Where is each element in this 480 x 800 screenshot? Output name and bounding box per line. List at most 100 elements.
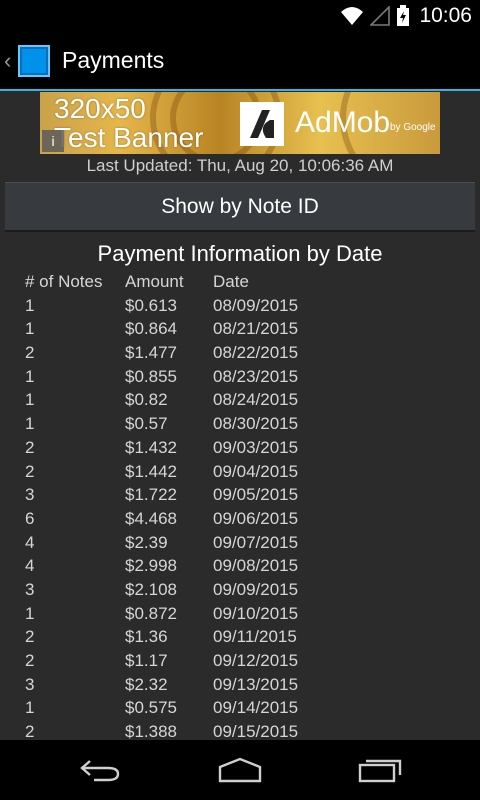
table-row: 4 $2.39 09/07/2015: [25, 531, 465, 555]
table-row: 3 $1.722 09/05/2015: [25, 483, 465, 507]
table-row: 2 $1.17 09/12/2015: [25, 649, 465, 673]
cell-notes: 1: [25, 414, 35, 434]
cell-amount: $0.82: [125, 390, 168, 410]
cell-date: 08/30/2015: [213, 414, 299, 434]
ad-label-text: Test Banner: [54, 122, 204, 153]
ad-info-icon[interactable]: i: [42, 130, 64, 152]
header-amount: Amount: [125, 272, 184, 291]
cell-date: 08/22/2015: [213, 343, 299, 363]
table-row: 1 $0.855 08/23/2015: [25, 365, 465, 389]
recents-icon[interactable]: [340, 750, 420, 790]
cell-notes: 1: [25, 603, 35, 623]
cell-amount: $1.477: [125, 343, 177, 363]
cell-date: 09/07/2015: [213, 532, 299, 552]
battery-icon: [397, 5, 409, 26]
cell-notes: 3: [25, 674, 35, 694]
table-body: 1 $0.613 08/09/2015 1 $0.864 08/21/2015 2 $1.47…: [25, 294, 465, 744]
back-icon[interactable]: [60, 750, 140, 790]
cell-date: 09/08/2015: [213, 556, 299, 576]
table-row: 6 $4.468 09/06/2015: [25, 507, 465, 531]
cell-notes: 1: [25, 390, 35, 410]
cell-amount: $4.468: [125, 508, 177, 528]
cell-date: 09/04/2015: [213, 461, 299, 481]
payments-table: # of Notes Amount Date 1 $0.613 08/09/2015…: [25, 270, 465, 744]
cell-notes: 3: [25, 579, 35, 599]
cell-notes: 2: [25, 651, 35, 670]
cell-notes: 3: [25, 485, 35, 505]
cell-date: 09/12/2015: [213, 651, 299, 670]
cell-amount: $0.855: [125, 366, 177, 386]
cell-notes: 1: [25, 319, 35, 339]
up-caret-icon[interactable]: ‹: [4, 49, 18, 72]
cell-amount: $1.36: [125, 627, 168, 647]
table-row: 3 $2.108 09/09/2015: [25, 578, 465, 602]
cell-date: 09/06/2015: [213, 508, 299, 528]
table-row: 1 $0.872 09/10/2015: [25, 602, 465, 626]
cell-date: 08/21/2015: [213, 319, 299, 339]
cell-notes: 1: [25, 698, 35, 718]
home-icon[interactable]: [200, 750, 280, 790]
cell-amount: $0.575: [125, 698, 177, 718]
cell-amount: $2.32: [125, 674, 168, 694]
cell-date: 08/09/2015: [213, 295, 299, 315]
cell-amount: $1.722: [125, 485, 177, 505]
table-header: # of Notes Amount Date: [25, 270, 465, 294]
cell-amount: $1.432: [125, 437, 177, 457]
cell-date: 09/11/2015: [213, 627, 297, 647]
cell-amount: $0.864: [125, 319, 177, 339]
admob-brand: AdMob: [295, 106, 391, 139]
page-title: Payments: [62, 47, 165, 73]
table-row: 2 $1.36 09/11/2015: [25, 625, 465, 649]
status-icons: [340, 4, 410, 28]
cell-date: 08/24/2015: [213, 390, 299, 410]
admob-logo-icon: [240, 102, 284, 146]
cell-date: 09/05/2015: [213, 485, 299, 505]
cell-notes: 2: [25, 461, 35, 481]
app-icon[interactable]: [18, 44, 50, 77]
cell-amount: $0.872: [125, 603, 177, 623]
cell-notes: 2: [25, 627, 35, 647]
cell-notes: 1: [25, 366, 35, 386]
cell-notes: 2: [25, 343, 35, 363]
cell-notes: 6: [25, 508, 35, 528]
table-row: 3 $2.32 09/13/2015: [25, 673, 465, 697]
cell-amount: $2.998: [125, 556, 177, 576]
cell-notes: 1: [25, 295, 35, 315]
cell-amount: $1.442: [125, 461, 177, 481]
cell-date: 09/03/2015: [213, 437, 299, 457]
cell-notes: 2: [25, 437, 35, 457]
cell-amount: $1.17: [125, 651, 168, 670]
admob-by-google: by Google: [390, 122, 436, 133]
cell-date: 09/14/2015: [213, 698, 299, 718]
cell-amount: $0.57: [125, 414, 168, 434]
table-row: 1 $0.864 08/21/2015: [25, 317, 465, 341]
cell-date: 09/09/2015: [213, 579, 299, 599]
cell-amount: $0.613: [125, 295, 177, 315]
table-row: 2 $1.477 08/22/2015: [25, 341, 465, 365]
cell-date: 09/10/2015: [213, 603, 299, 623]
table-row: 1 $0.575 09/14/2015: [25, 696, 465, 720]
wifi-icon: [341, 7, 363, 25]
section-title: Payment Information by Date: [97, 241, 383, 266]
action-bar: ‹ Payments: [0, 32, 480, 91]
show-by-note-id-button[interactable]: Show by Note ID: [5, 182, 475, 232]
cell-date: 09/13/2015: [213, 674, 299, 694]
table-row: 1 $0.57 08/30/2015: [25, 412, 465, 436]
last-updated-text: Last Updated: Thu, Aug 20, 10:06:36 AM: [86, 156, 394, 175]
table-row: 1 $0.613 08/09/2015: [25, 294, 465, 318]
header-notes: # of Notes: [25, 272, 103, 291]
clock: 10:06: [419, 4, 472, 27]
navigation-bar: [0, 740, 480, 800]
header-date: Date: [213, 272, 249, 291]
table-row: 4 $2.998 09/08/2015: [25, 554, 465, 578]
cell-notes: 4: [25, 556, 35, 576]
cell-date: 08/23/2015: [213, 366, 299, 386]
cell-amount: $2.39: [125, 532, 168, 552]
table-row: 2 $1.432 09/03/2015: [25, 436, 465, 460]
status-bar: 10:06: [0, 0, 480, 32]
cell-amount: $2.108: [125, 579, 177, 599]
table-row: 2 $1.442 09/04/2015: [25, 460, 465, 484]
ad-banner[interactable]: 320x50 Test Banner i AdMob by Google: [40, 92, 440, 154]
signal-icon: [370, 6, 390, 26]
table-row: 1 $0.82 08/24/2015: [25, 388, 465, 412]
